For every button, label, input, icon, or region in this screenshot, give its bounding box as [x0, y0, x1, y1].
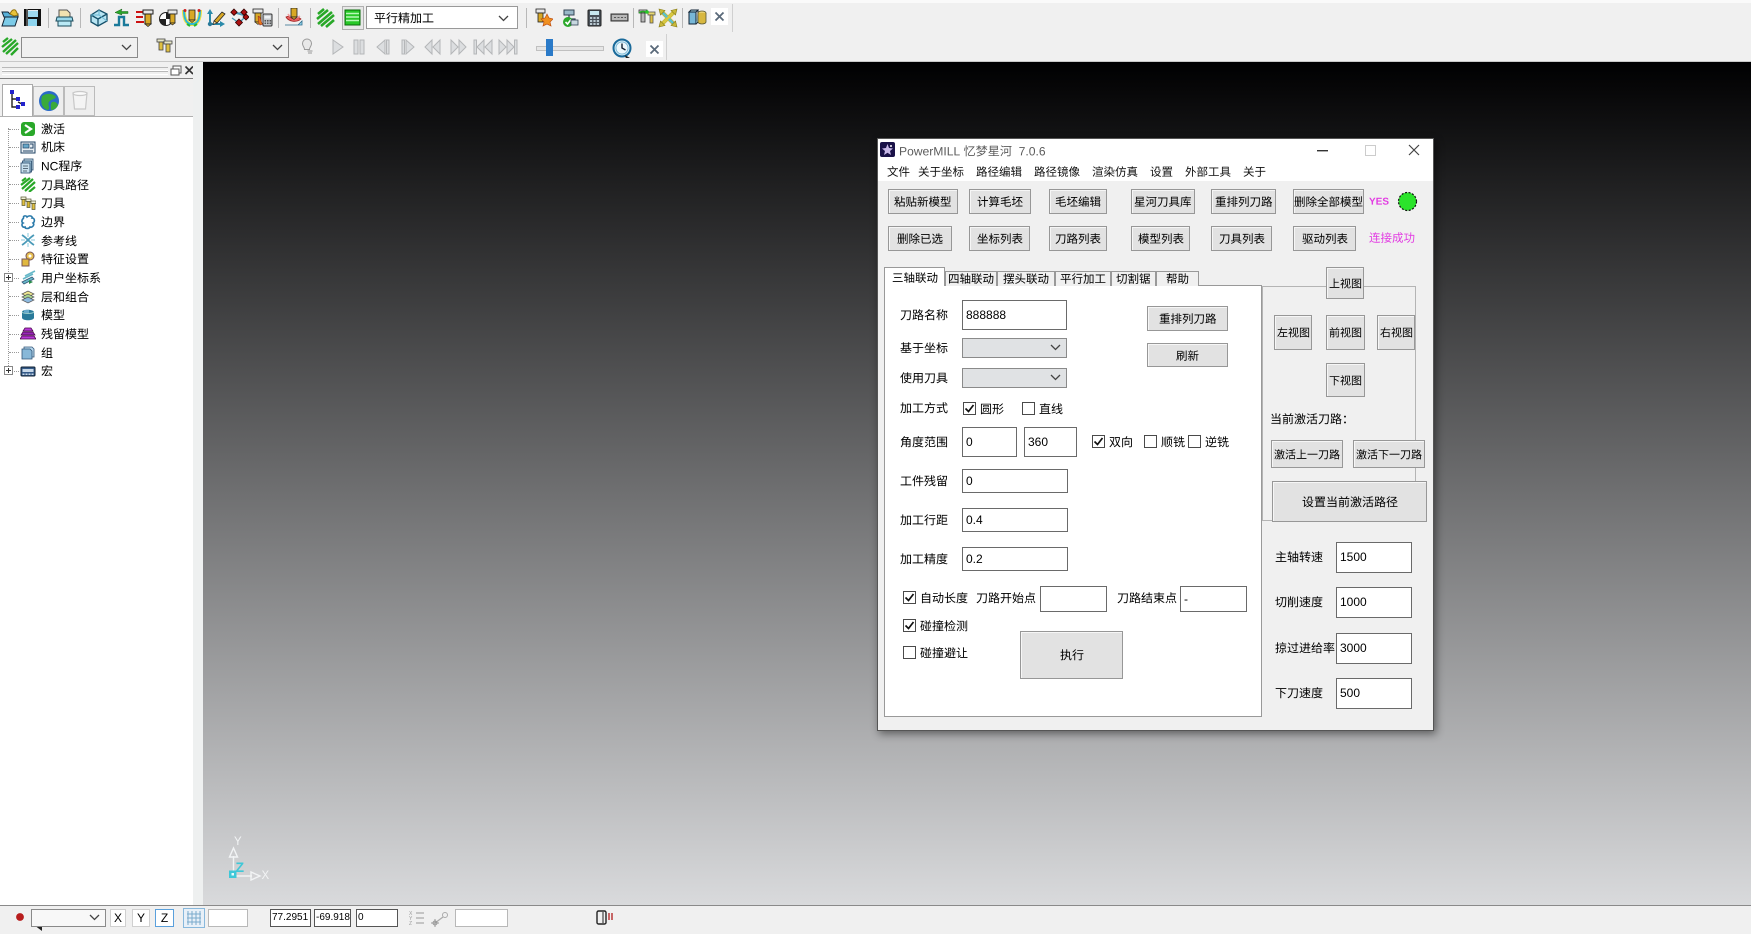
- svg-text:Y: Y: [234, 836, 242, 848]
- svg-text:Z: Z: [236, 859, 245, 875]
- svg-text:Z: Z: [409, 921, 412, 926]
- svg-text:X: X: [262, 870, 270, 882]
